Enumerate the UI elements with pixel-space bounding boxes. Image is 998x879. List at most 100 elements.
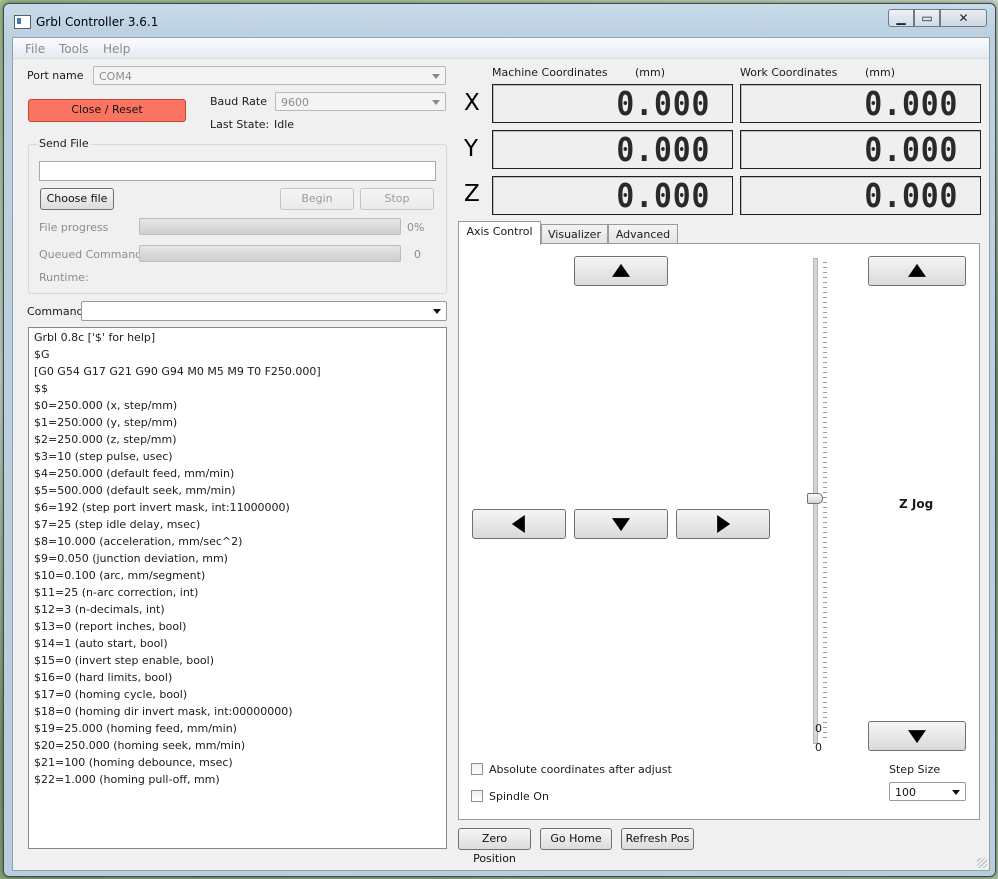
console-line: $7=25 (step idle delay, msec) — [34, 518, 201, 531]
file-progress-label: File progress — [39, 221, 109, 234]
work-z-display: 0.000 — [740, 176, 981, 215]
app-icon — [14, 15, 31, 29]
menu-file[interactable]: File — [25, 42, 45, 56]
port-name-label: Port name — [27, 69, 84, 82]
slider-value-2: 0 — [815, 741, 822, 754]
step-size-select[interactable]: 100 — [889, 782, 966, 801]
file-progress-bar — [139, 218, 401, 235]
console-line: $$ — [34, 382, 48, 395]
machine-y-value: 0.000 — [616, 130, 710, 169]
console-line: $2=250.000 (z, step/mm) — [34, 433, 177, 446]
queued-commands-bar — [139, 245, 401, 262]
absolute-coords-checkbox[interactable] — [471, 763, 483, 775]
console-line: $16=0 (hard limits, bool) — [34, 671, 173, 684]
axis-control-panel: 0 0 Z Jog Absolute coordinates after adj… — [458, 243, 980, 820]
window-title: Grbl Controller 3.6.1 — [36, 15, 159, 29]
port-select[interactable]: COM4 — [93, 66, 446, 85]
spindle-on-checkbox[interactable] — [471, 790, 483, 802]
client-area: File Tools Help Port name COM4 Close / R… — [12, 37, 990, 871]
console-line: $G — [34, 348, 50, 361]
console-line: $5=500.000 (default seek, mm/min) — [34, 484, 236, 497]
baud-rate-label: Baud Rate — [210, 95, 267, 108]
resize-grip[interactable] — [977, 858, 987, 868]
file-path-field[interactable] — [39, 161, 436, 181]
console-line: $13=0 (report inches, bool) — [34, 620, 187, 633]
chevron-down-icon — [952, 790, 960, 795]
maximize-icon: ▭ — [921, 11, 933, 25]
port-value: COM4 — [99, 70, 132, 83]
work-x-value: 0.000 — [864, 84, 958, 123]
console-line: [G0 G54 G17 G21 G90 G94 M0 M5 M9 T0 F250… — [34, 365, 321, 378]
minimize-icon: ▁ — [896, 11, 906, 25]
jog-x-plus-button[interactable] — [676, 509, 770, 539]
work-z-value: 0.000 — [864, 176, 958, 215]
arrow-up-icon — [612, 263, 630, 277]
console-line: $3=10 (step pulse, usec) — [34, 450, 173, 463]
step-size-label: Step Size — [889, 763, 941, 776]
jog-z-minus-button[interactable] — [868, 721, 966, 751]
spindle-on-label: Spindle On — [489, 790, 549, 803]
console-line: $10=0.100 (arc, mm/segment) — [34, 569, 206, 582]
tab-axis-control[interactable]: Axis Control — [458, 221, 541, 245]
go-home-button[interactable]: Go Home — [540, 828, 612, 850]
console-line: $12=3 (n-decimals, int) — [34, 603, 165, 616]
machine-coordinates-label: Machine Coordinates — [492, 66, 608, 79]
title-bar[interactable]: Grbl Controller 3.6.1 ▁ ▭ ✕ — [4, 4, 995, 36]
menu-tools[interactable]: Tools — [59, 42, 89, 56]
slider-value-1: 0 — [815, 722, 822, 735]
baud-rate-select[interactable]: 9600 — [275, 92, 446, 111]
queued-commands-value: 0 — [414, 248, 421, 261]
app-window: Grbl Controller 3.6.1 ▁ ▭ ✕ File Tools H… — [3, 3, 996, 877]
console-line: $4=250.000 (default feed, mm/min) — [34, 467, 235, 480]
absolute-coords-label: Absolute coordinates after adjust — [489, 763, 672, 776]
tab-advanced[interactable]: Advanced — [608, 224, 678, 244]
console-line: $1=250.000 (y, step/mm) — [34, 416, 178, 429]
console-line: $8=10.000 (acceleration, mm/sec^2) — [34, 535, 243, 548]
jog-z-plus-button[interactable] — [868, 256, 966, 286]
machine-x-value: 0.000 — [616, 84, 710, 123]
chevron-down-icon — [432, 74, 440, 79]
work-x-display: 0.000 — [740, 84, 981, 123]
begin-button[interactable]: Begin — [280, 188, 354, 210]
runtime-label: Runtime: — [39, 271, 89, 284]
console-line: $21=100 (homing debounce, msec) — [34, 756, 233, 769]
send-file-title: Send File — [37, 137, 91, 150]
machine-y-display: 0.000 — [492, 130, 733, 169]
console-line: $19=25.000 (homing feed, mm/min) — [34, 722, 237, 735]
menu-help[interactable]: Help — [103, 42, 130, 56]
jog-x-minus-button[interactable] — [472, 509, 566, 539]
jog-y-minus-button[interactable] — [574, 509, 668, 539]
step-size-value: 100 — [895, 786, 916, 799]
machine-z-value: 0.000 — [616, 176, 710, 215]
command-input[interactable] — [81, 301, 447, 321]
work-coordinates-label: Work Coordinates — [740, 66, 838, 79]
choose-file-button[interactable]: Choose file — [40, 188, 114, 210]
stop-button[interactable]: Stop — [360, 188, 434, 210]
close-window-button[interactable]: ✕ — [940, 9, 987, 27]
arrow-down-icon — [612, 518, 630, 532]
jog-y-plus-button[interactable] — [574, 256, 668, 286]
last-state-value: Idle — [274, 118, 295, 131]
baud-rate-value: 9600 — [281, 96, 309, 109]
maximize-button[interactable]: ▭ — [914, 9, 940, 27]
tab-visualizer[interactable]: Visualizer — [541, 224, 608, 244]
zero-position-button[interactable]: Zero Position — [458, 828, 531, 865]
axis-y-label: Y — [464, 136, 479, 162]
console-line: $18=0 (homing dir invert mask, int:00000… — [34, 705, 293, 718]
console-line: $14=1 (auto start, bool) — [34, 637, 168, 650]
close-reset-button[interactable]: Close / Reset — [28, 99, 186, 122]
menu-bar: File Tools Help — [13, 38, 989, 59]
minimize-button[interactable]: ▁ — [888, 9, 914, 27]
z-slider-handle[interactable] — [807, 493, 823, 504]
refresh-pos-button[interactable]: Refresh Pos — [621, 828, 694, 850]
z-slider-ticks — [823, 262, 827, 742]
z-jog-label: Z Jog — [899, 497, 934, 511]
console-line: $0=250.000 (x, step/mm) — [34, 399, 178, 412]
command-label: Command — [27, 305, 84, 318]
console-line: $15=0 (invert step enable, bool) — [34, 654, 214, 667]
console-output[interactable]: Grbl 0.8c ['$' for help] $G [G0 G54 G17 G2… — [28, 327, 447, 849]
chevron-down-icon — [433, 309, 441, 314]
machine-x-display: 0.000 — [492, 84, 733, 123]
work-y-display: 0.000 — [740, 130, 981, 169]
console-line: $22=1.000 (homing pull-off, mm) — [34, 773, 220, 786]
